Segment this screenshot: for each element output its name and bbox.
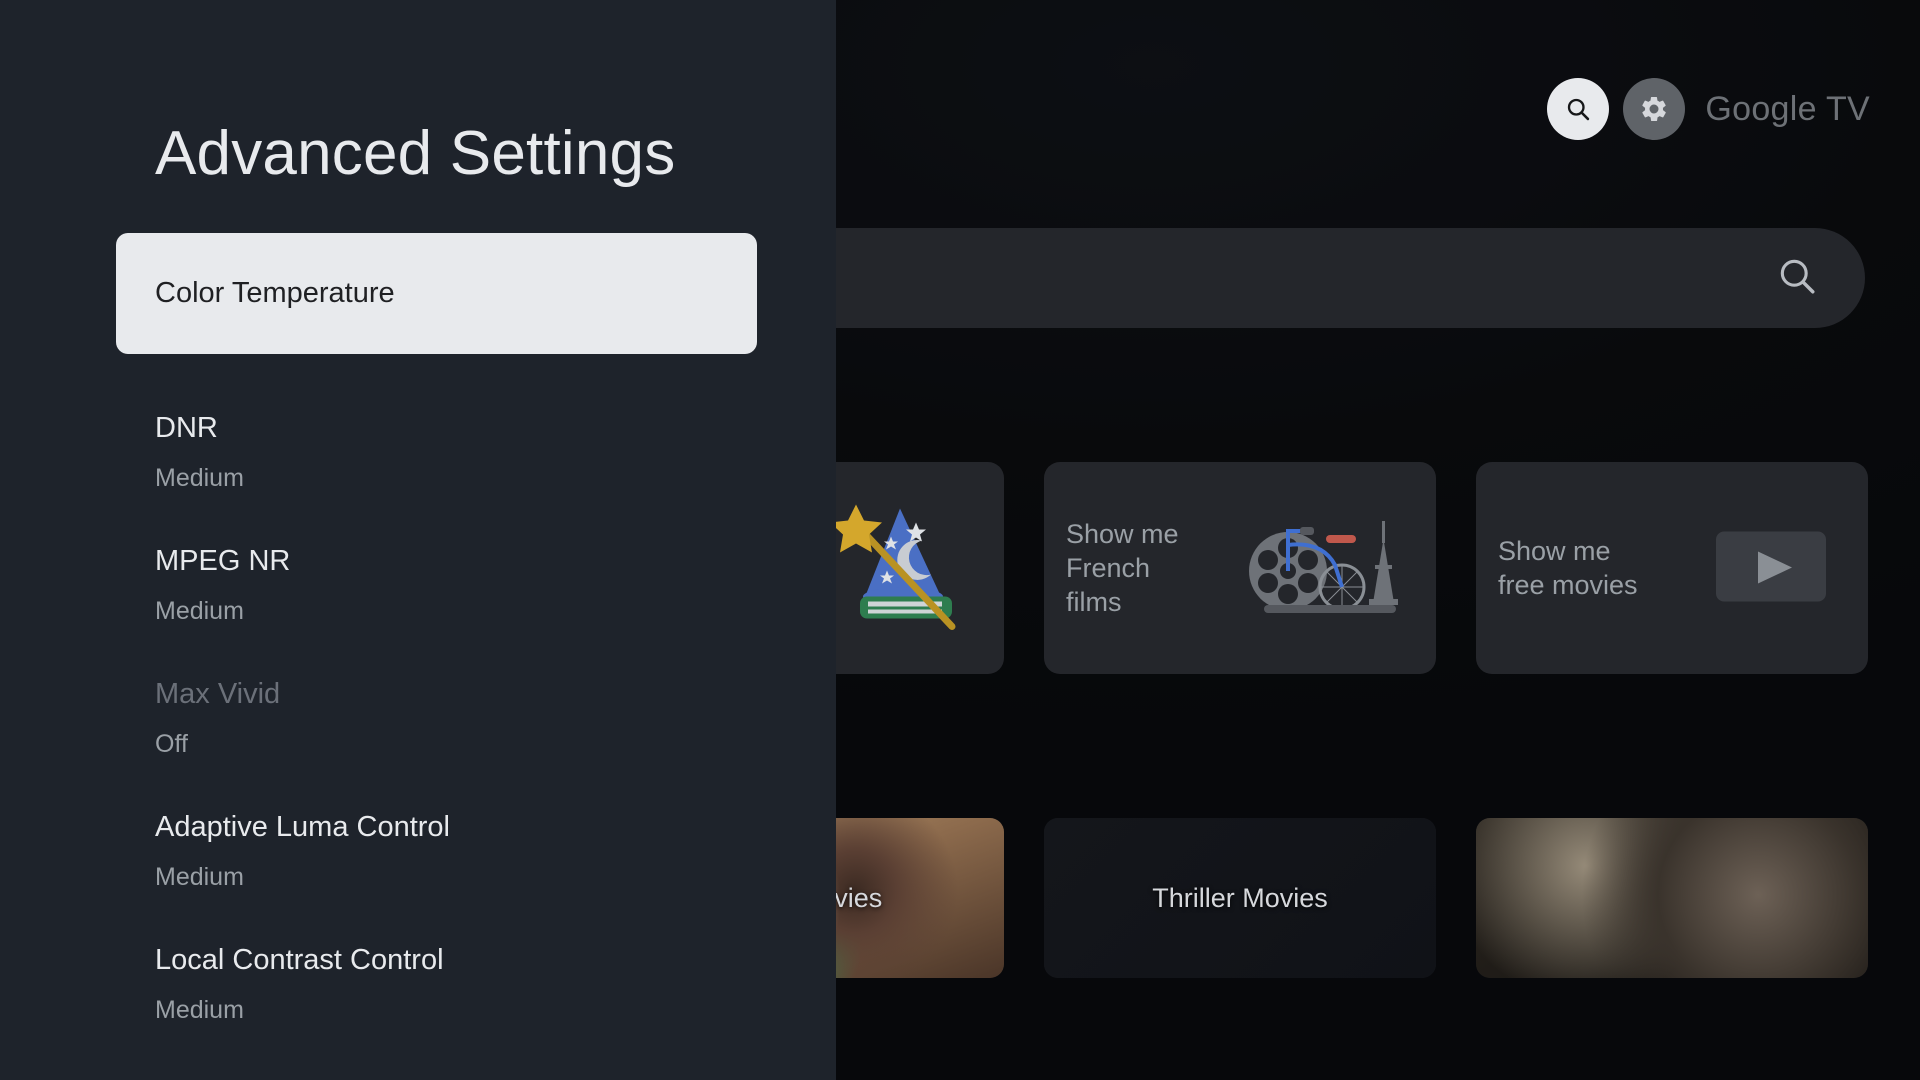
film-reel-bicycle-eiffel-icon (1236, 503, 1414, 633)
option-value: Medium (155, 464, 244, 492)
suggestion-card[interactable]: Show me free movies (1476, 462, 1868, 674)
settings-option-list: Color Temperature DNR Medium MPEG NR Med… (0, 233, 836, 1080)
search-icon (1564, 95, 1592, 123)
suggestion-label: Show me French films (1066, 519, 1179, 617)
option-label: DNR (155, 412, 218, 444)
settings-button[interactable] (1623, 78, 1686, 140)
suggestion-label: Show me free movies (1498, 536, 1638, 600)
free-movies-art-icon (1696, 506, 1846, 631)
settings-option-local-contrast-control[interactable]: Local Contrast Control Medium (0, 893, 836, 1026)
tv-header: Google TV (1547, 78, 1870, 140)
search-icon-button[interactable] (1547, 78, 1610, 140)
option-label: MPEG NR (155, 545, 291, 577)
option-label: Color Space (155, 1026, 836, 1080)
collection-card[interactable] (1476, 818, 1868, 978)
screen-root: Google TV more (0, 0, 1920, 1080)
suggestion-card[interactable]: Show me French films (1044, 462, 1436, 674)
settings-option-color-space[interactable]: Color Space Auto (0, 1026, 836, 1080)
collection-card[interactable]: Thriller Movies (1044, 818, 1436, 978)
advanced-settings-panel: Advanced Settings Color Temperature DNR … (0, 0, 836, 1080)
option-label: Max Vivid (155, 678, 281, 710)
settings-option-dnr[interactable]: DNR Medium (0, 361, 836, 494)
wizard-hat-wand-book-icon (812, 491, 982, 646)
option-label: Local Contrast Control (155, 944, 444, 976)
gear-icon (1639, 94, 1669, 124)
collection-artwork (1476, 818, 1868, 978)
brand-label: Google TV (1705, 89, 1870, 128)
option-value: Medium (155, 597, 244, 625)
page-title: Advanced Settings (155, 119, 676, 188)
search-icon[interactable] (1775, 254, 1819, 303)
option-value: Medium (155, 996, 244, 1024)
collection-title: Thriller Movies (1152, 882, 1328, 913)
option-label: Color Temperature (155, 277, 395, 309)
option-value: Off (155, 730, 188, 758)
settings-option-max-vivid: Max Vivid Off (0, 627, 836, 760)
settings-option-adaptive-luma-control[interactable]: Adaptive Luma Control Medium (0, 760, 836, 893)
settings-option-mpeg-nr[interactable]: MPEG NR Medium (0, 494, 836, 627)
option-value: Medium (155, 863, 244, 891)
settings-option-color-temperature[interactable]: Color Temperature (0, 233, 836, 361)
option-label: Adaptive Luma Control (155, 811, 450, 843)
